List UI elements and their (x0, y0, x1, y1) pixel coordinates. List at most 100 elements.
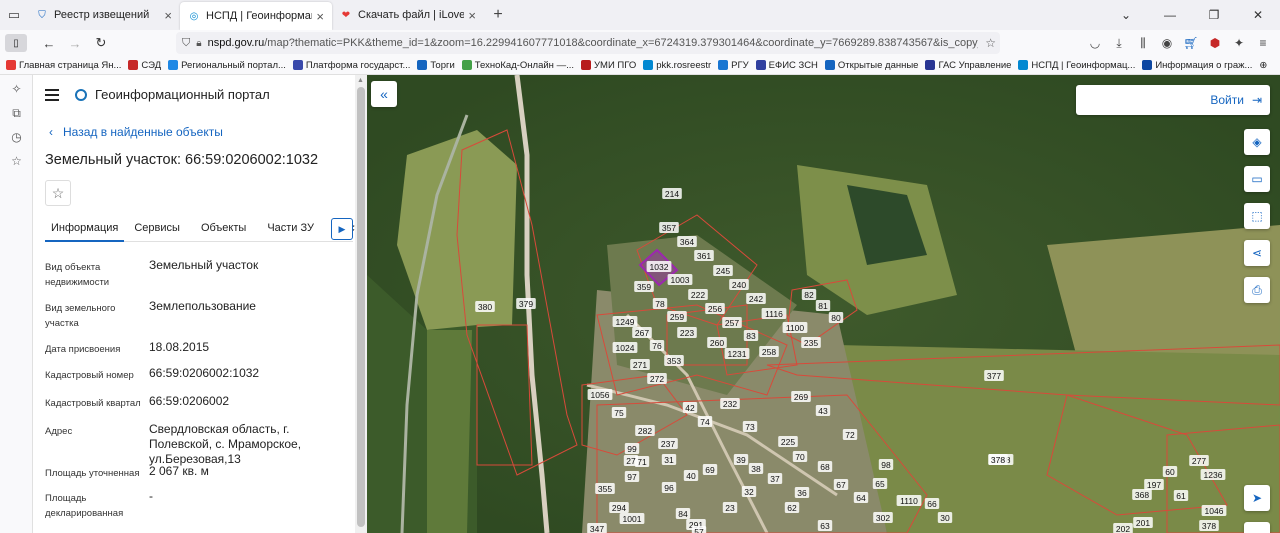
parcel-label[interactable]: 66 (924, 498, 940, 509)
parcel-label[interactable]: 1116 (761, 308, 787, 319)
parcel-label[interactable]: 259 (667, 311, 687, 322)
locate-arrow-icon[interactable]: ➤ (1244, 485, 1270, 511)
close-tab-icon[interactable]: × (164, 8, 172, 23)
parcel-label[interactable]: 76 (649, 340, 665, 351)
ai-chat-icon[interactable]: ✧ (0, 77, 33, 101)
bookmark-item[interactable]: Открытые данные (824, 60, 918, 71)
parcel-label[interactable]: 202 (1113, 523, 1133, 533)
parcel-label[interactable]: 64 (853, 492, 869, 503)
parcel-label[interactable]: 65 (872, 478, 888, 489)
select-area-icon[interactable]: ⬚ (1244, 203, 1270, 229)
menu-icon[interactable]: ≡ (1254, 33, 1272, 53)
parcel-label[interactable]: 72 (842, 429, 858, 440)
parcel-label[interactable]: 63 (817, 520, 833, 531)
back-arrow-icon[interactable]: ← (37, 32, 61, 54)
back-to-results-link[interactable]: ‹ Назад в найденные объекты (49, 125, 223, 139)
scroll-up-icon[interactable]: ▲ (357, 77, 364, 84)
synced-tabs-icon[interactable]: ⧉ (0, 101, 33, 125)
tab-reestr[interactable]: ⛉ Реестр извещений × (28, 0, 180, 30)
parcel-label[interactable]: 269 (791, 391, 811, 402)
bookmark-item[interactable]: Информация о граж... (1142, 60, 1252, 71)
bookmark-item[interactable]: ЕФИС ЗСН (755, 60, 818, 71)
parcel-label[interactable]: 57 (691, 526, 707, 533)
parcel-label[interactable]: 232 (720, 398, 740, 409)
bookmark-item[interactable]: ГАС Управление (925, 60, 1011, 71)
parcel-label[interactable]: 257 (722, 317, 742, 328)
tab-ilovepdf[interactable]: ❤ Скачать файл | iLovePDF × (332, 0, 484, 30)
favorite-star-button[interactable]: ☆ (45, 180, 71, 206)
bookmark-item[interactable]: pkk.rosreestr (643, 60, 711, 71)
bookmark-item[interactable]: ТехноКад-Онлайн —... (461, 60, 574, 71)
bookmark-globe-icon[interactable]: ⊕ (1259, 60, 1267, 71)
bookmark-item[interactable]: Торги (417, 60, 455, 71)
parcel-label[interactable]: 267 (632, 327, 652, 338)
parcel-label[interactable]: 197 (1144, 479, 1164, 490)
parcel-label[interactable]: 74 (697, 416, 713, 427)
map-view[interactable]: 214 357 364 361 1032 245 359 1003 240 222 242 78 256… (367, 75, 1280, 533)
bookmark-item[interactable]: Региональный портал... (168, 60, 286, 71)
parcel-label[interactable]: 377 (984, 370, 1004, 381)
tab-list-icon[interactable]: ▭ (0, 0, 28, 30)
parcel-label[interactable]: 80 (828, 312, 844, 323)
parcel-label[interactable]: 38 (748, 463, 764, 474)
minimize-button[interactable]: — (1148, 8, 1192, 22)
pocket-icon[interactable]: ◡ (1086, 33, 1104, 53)
parcel-label[interactable]: 379 (516, 298, 536, 309)
bookmark-item[interactable]: НСПД | Геоинформац... (1018, 60, 1135, 71)
parcel-label[interactable]: 75 (611, 407, 627, 418)
parcel-label[interactable]: 1046 (1201, 505, 1227, 516)
parcel-label[interactable]: 1032 (646, 261, 672, 272)
parcel-label[interactable]: 73 (742, 421, 758, 432)
tab-parts[interactable]: Части ЗУ (267, 216, 314, 241)
parcel-label[interactable]: 1001 (619, 513, 645, 524)
parcel-label[interactable]: 31 (661, 454, 677, 465)
parcel-label[interactable]: 380 (475, 301, 495, 312)
collapse-panel-button[interactable]: « (371, 81, 397, 107)
tab-nspd[interactable]: ◎ НСПД | Геоинформационный × (180, 2, 332, 30)
parcel-label[interactable]: 357 (659, 222, 679, 233)
layers-icon[interactable]: ◈ (1244, 129, 1270, 155)
parcel-label[interactable]: 40 (683, 470, 699, 481)
tab-services[interactable]: Сервисы (134, 216, 180, 241)
parcel-label[interactable]: 43 (815, 405, 831, 416)
parcel-label[interactable]: 27 (623, 455, 639, 466)
parcel-label[interactable]: 347 (587, 523, 607, 533)
downloads-icon[interactable]: ⤓ (1110, 33, 1128, 53)
parcel-label[interactable]: 37 (767, 473, 783, 484)
parcel-label[interactable]: 222 (688, 289, 708, 300)
parcel-label[interactable]: 39 (733, 454, 749, 465)
parcel-label[interactable]: 242 (746, 293, 766, 304)
parcel-label[interactable]: 302 (873, 512, 893, 523)
share-icon[interactable]: ⋖ (1244, 240, 1270, 266)
bookmarks-star-icon[interactable]: ☆ (0, 149, 33, 173)
parcel-label[interactable]: 96 (661, 482, 677, 493)
bookmark-item[interactable]: Главная страница Ян... (6, 60, 121, 71)
url-bar[interactable]: ⛉ 🔒︎ nspd.gov.ru/map?thematic=PKK&theme_… (176, 32, 1000, 54)
tracking-shield-icon[interactable]: ⛉ (182, 37, 190, 50)
close-tab-icon[interactable]: × (316, 9, 324, 24)
parcel-label[interactable]: 256 (705, 303, 725, 314)
bookmark-item[interactable]: УМИ ПГО (581, 60, 636, 71)
parcel-label[interactable]: 359 (634, 281, 654, 292)
sidebar-toggle-icon[interactable]: ▯ (5, 34, 27, 52)
parcel-label[interactable]: 70 (792, 451, 808, 462)
print-icon[interactable]: ⎙ (1244, 277, 1270, 303)
bookmark-item[interactable]: Платформа государст... (292, 60, 410, 71)
parcel-label[interactable]: 30 (937, 512, 953, 523)
parcel-label[interactable]: 240 (729, 279, 749, 290)
parcel-label[interactable]: 32 (741, 486, 757, 497)
account-icon[interactable]: ◉ (1158, 33, 1176, 53)
parcel-label[interactable]: 1003 (667, 274, 693, 285)
parcel-label[interactable]: 272 (647, 373, 667, 384)
extensions-puzzle-icon[interactable]: ✦ (1230, 33, 1248, 53)
hamburger-menu-icon[interactable] (45, 88, 59, 101)
parcel-label[interactable]: 258 (759, 346, 779, 357)
tab-overflow-icon[interactable]: ⌄ (1104, 8, 1148, 22)
parcel-label[interactable]: 271 (630, 359, 650, 370)
history-icon[interactable]: ◷ (0, 125, 33, 149)
tabs-next-arrow-icon[interactable]: ▶ (331, 218, 353, 240)
parcel-label[interactable]: 69 (702, 464, 718, 475)
parcel-label[interactable]: 83 (743, 330, 759, 341)
cart-icon[interactable]: 🛒︎ (1182, 33, 1200, 53)
lock-icon[interactable]: 🔒︎ (196, 38, 201, 49)
